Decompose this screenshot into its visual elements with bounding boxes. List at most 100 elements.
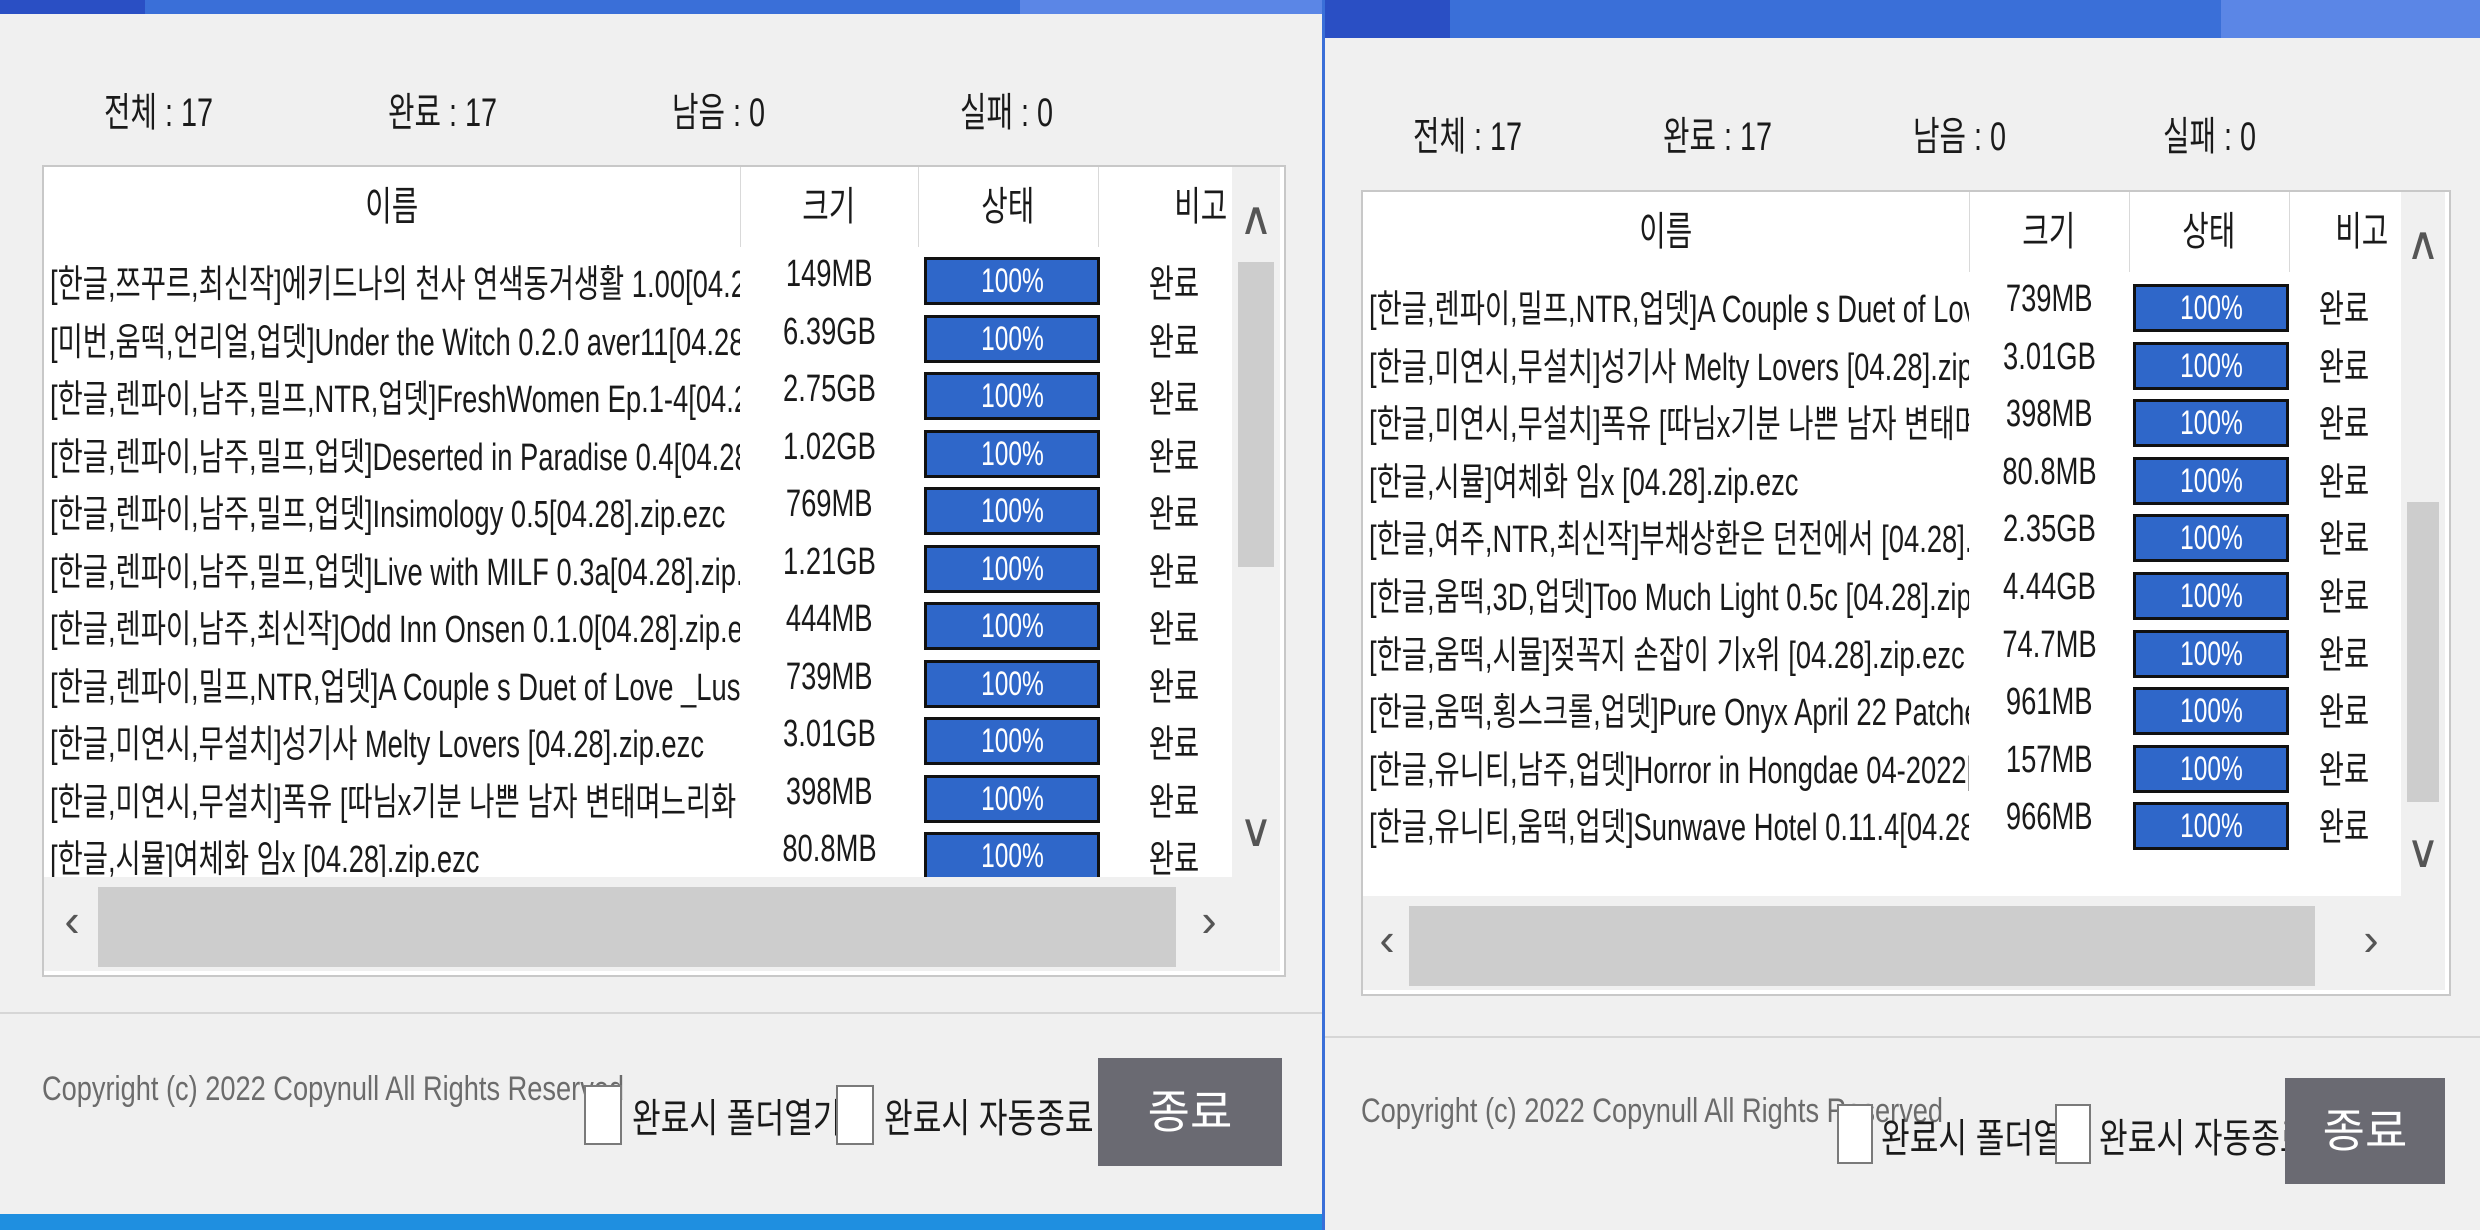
file-name-text: [한글,렌파이,남주,밀프,업뎃]Insimology 0.5[04.28].z…: [50, 494, 726, 536]
table-row[interactable]: [한글,렌파이,남주,밀프,업뎃]Deserted in Paradise 0.…: [44, 420, 1284, 479]
table-row[interactable]: [미번,움떡,언리얼,업뎃]Under the Witch 0.2.0 aver…: [44, 305, 1284, 364]
title-bar-segment: [1325, 0, 1450, 38]
vertical-scroll-thumb[interactable]: [2407, 502, 2439, 802]
title-bar-segment: [2221, 0, 2480, 38]
file-name: [한글,미연시,무설치]폭유 [따님x기분 나쁜 남자 변태며느리화 계획: [50, 771, 740, 826]
file-note-text: 완료: [2318, 404, 2370, 447]
file-size: 80.8MB: [1969, 451, 2129, 494]
table-row[interactable]: [한글,시뮬]여체화 임x [04.28].zip.ezc 80.8MB 100% 완…: [44, 822, 1284, 881]
file-size: 4.44GB: [1969, 566, 2129, 609]
vertical-scroll-thumb[interactable]: [1238, 262, 1274, 567]
scroll-up-arrow-icon[interactable]: ∧: [2401, 220, 2445, 266]
scroll-left-arrow-icon[interactable]: ‹: [52, 897, 92, 943]
exit-button[interactable]: 종료: [1098, 1058, 1282, 1166]
vertical-scrollbar[interactable]: ∧ ∨: [1232, 167, 1280, 877]
column-header-name[interactable]: 이름: [44, 167, 741, 247]
table-row[interactable]: [한글,미연시,무설치]폭유 [따님x기분 나쁜 남자 변태며느리화 계획 398…: [1363, 387, 2449, 448]
table-row[interactable]: [한글,렌파이,남주,밀프,업뎃]Insimology 0.5[04.28].z…: [44, 477, 1284, 536]
progress-fill: 100%: [2133, 341, 2289, 390]
scroll-right-arrow-icon[interactable]: ›: [2353, 916, 2389, 962]
column-header-status[interactable]: 상태: [918, 167, 1099, 247]
table-row[interactable]: [한글,미연시,무설치]성기사 Melty Lovers [04.28].zip…: [44, 707, 1284, 768]
table-row[interactable]: [한글,움떡,3D,업뎃]Too Much Light 0.5c [04.28]…: [1363, 560, 2449, 620]
vertical-scrollbar[interactable]: ∧ ∨: [2401, 192, 2445, 896]
file-size: 2.35GB: [1969, 508, 2129, 551]
remaining-count: 남음 : 0: [672, 91, 766, 135]
table-row[interactable]: [한글,미연시,무설치]폭유 [따님x기분 나쁜 남자 변태며느리화 계획 398…: [44, 765, 1284, 826]
progress-label: 100%: [980, 837, 1044, 875]
download-window-left: 전체 : 17 완료 : 17 남음 : 0 실패 : 0 이름 크기 상태 비…: [0, 0, 1325, 1230]
file-size: 966MB: [1969, 796, 2129, 839]
horizontal-scroll-thumb[interactable]: [1409, 906, 2315, 986]
file-size: 739MB: [1969, 278, 2129, 321]
progress-label: 100%: [980, 319, 1044, 358]
exit-button[interactable]: 종료: [2285, 1078, 2445, 1184]
auto-close-label[interactable]: 완료시 자동종료: [884, 1086, 1094, 1144]
table-row[interactable]: [한글,유니티,남주,업뎃]Horror in Hongdae 04-2022[…: [1363, 733, 2449, 793]
open-folder-label[interactable]: 완료시 폴더열기: [632, 1086, 842, 1144]
progress-bar: 100%: [2133, 514, 2289, 563]
file-name: [한글,여주,NTR,최신작]부채상환은 던전에서 [04.28].zip.ez…: [1369, 508, 1969, 563]
file-name-text: [한글,유니티,남주,업뎃]Horror in Hongdae 04-2022[…: [1369, 749, 1969, 792]
file-size-text: 739MB: [785, 655, 873, 698]
open-folder-checkbox[interactable]: [1837, 1104, 1873, 1164]
column-header-size[interactable]: 크기: [740, 167, 919, 247]
progress-bar: 100%: [924, 372, 1100, 420]
table-row[interactable]: [한글,쯔꾸르,최신작]에키드나의 천사 연색동거생활 1.00[04.28].…: [44, 247, 1284, 308]
table-row[interactable]: [한글,유니티,움떡,업뎃]Sunwave Hotel 0.11.4[04.28…: [1363, 790, 2449, 851]
horizontal-scrollbar[interactable]: ‹ ›: [44, 877, 1280, 971]
progress-fill: 100%: [2133, 629, 2289, 678]
file-name: [한글,쯔꾸르,최신작]에키드나의 천사 연색동거생활 1.00[04.28].…: [50, 253, 740, 308]
scroll-up-arrow-icon[interactable]: ∧: [1232, 195, 1280, 241]
file-note: 완료: [1114, 541, 1234, 596]
table-row[interactable]: [한글,렌파이,밀프,NTR,업뎃]A Couple s Duet of Lov…: [1363, 272, 2449, 332]
file-name-text: [한글,시뮬]여체화 임x [04.28].zip.ezc: [1369, 461, 1799, 504]
column-header-note[interactable]: 비고: [1098, 167, 1238, 247]
horizontal-scrollbar[interactable]: ‹ ›: [1363, 896, 2445, 990]
scroll-down-arrow-icon[interactable]: ∨: [1232, 807, 1280, 853]
copyright-text: Copyright (c) 2022 Copynull All Rights R…: [42, 1070, 625, 1108]
table-row[interactable]: [한글,시뮬]여체화 임x [04.28].zip.ezc 80.8MB 100% 완…: [1363, 445, 2449, 505]
table-row[interactable]: [한글,움떡,횡스크롤,업뎃]Pure Onyx April 22 Patche…: [1363, 675, 2449, 736]
column-header-size[interactable]: 크기: [1969, 192, 2130, 272]
file-size-text: 6.39GB: [782, 310, 876, 353]
scroll-down-arrow-icon[interactable]: ∨: [2401, 828, 2445, 874]
progress-bar: 100%: [924, 774, 1100, 823]
auto-close-checkbox[interactable]: [2055, 1104, 2091, 1164]
file-size: 398MB: [1969, 393, 2129, 436]
progress-fill: 100%: [2133, 456, 2289, 505]
horizontal-scroll-thumb[interactable]: [98, 887, 1176, 967]
file-list[interactable]: 이름 크기 상태 비고 [한글,렌파이,밀프,NTR,업뎃]A Couple s…: [1361, 190, 2451, 996]
table-row[interactable]: [한글,여주,NTR,최신작]부채상환은 던전에서 [04.28].zip.ez…: [1363, 502, 2449, 563]
table-row[interactable]: [한글,렌파이,밀프,NTR,업뎃]A Couple s Duet of Lov…: [44, 650, 1284, 709]
file-size-text: 3.01GB: [782, 713, 876, 755]
auto-close-checkbox[interactable]: [836, 1085, 874, 1145]
progress-bar: 100%: [924, 717, 1100, 765]
file-list[interactable]: 이름 크기 상태 비고 [한글,쯔꾸르,최신작]에키드나의 천사 연색동거생활 …: [42, 165, 1286, 977]
auto-close-label[interactable]: 완료시 자동종료: [2099, 1106, 2309, 1164]
table-row[interactable]: [한글,렌파이,남주,밀프,업뎃]Live with MILF 0.3a[04.…: [44, 535, 1284, 596]
file-note-text: 완료: [1148, 551, 1200, 594]
column-header-status[interactable]: 상태: [2129, 192, 2290, 272]
progress-label: 100%: [980, 779, 1044, 818]
column-header-name[interactable]: 이름: [1363, 192, 1970, 272]
column-size-label: 크기: [2022, 210, 2076, 254]
file-size-text: 2.35GB: [2002, 508, 2096, 551]
progress-label: 100%: [980, 607, 1044, 645]
progress-fill: 100%: [924, 659, 1100, 708]
table-row[interactable]: [한글,미연시,무설치]성기사 Melty Lovers [04.28].zip…: [1363, 330, 2449, 390]
progress-bar: 100%: [2133, 802, 2289, 851]
table-row[interactable]: [한글,렌파이,남주,최신작]Odd Inn Onsen 0.1.0[04.28…: [44, 592, 1284, 651]
progress-label: 100%: [980, 722, 1044, 760]
scroll-right-arrow-icon[interactable]: ›: [1189, 897, 1229, 943]
file-note: 완료: [1114, 253, 1234, 308]
scroll-left-arrow-icon[interactable]: ‹: [1369, 916, 1405, 962]
column-header-note[interactable]: 비고: [2289, 192, 2399, 272]
table-row[interactable]: [한글,렌파이,남주,밀프,NTR,업뎃]FreshWomen Ep.1-4[0…: [44, 362, 1284, 421]
table-row[interactable]: [한글,움떡,시뮬]젖꼭지 손잡이 기x위 [04.28].zip.ezc 74.…: [1363, 618, 2449, 679]
file-note-text: 완료: [1148, 839, 1200, 881]
open-folder-checkbox[interactable]: [584, 1085, 622, 1145]
file-name: [한글,움떡,시뮬]젖꼭지 손잡이 기x위 [04.28].zip.ezc: [1369, 624, 1969, 679]
file-name: [한글,미연시,무설치]성기사 Melty Lovers [04.28].zip…: [50, 713, 740, 768]
file-name-text: [한글,여주,NTR,최신작]부채상환은 던전에서 [04.28].zip.ez…: [1369, 519, 1969, 562]
